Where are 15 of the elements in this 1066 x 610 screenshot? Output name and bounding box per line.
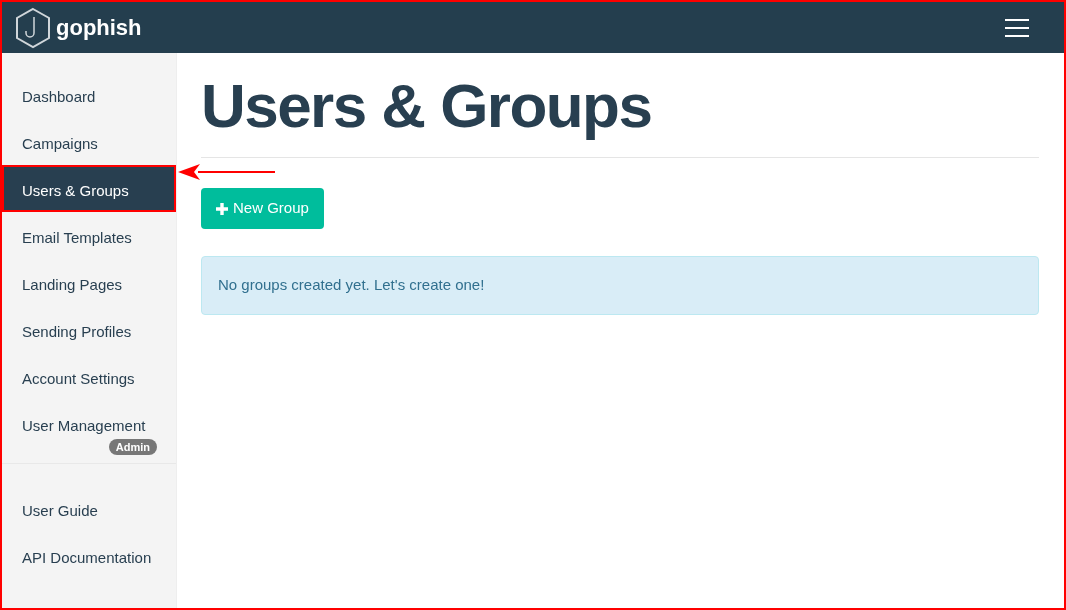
admin-badge: Admin bbox=[108, 439, 157, 455]
sidebar-item[interactable]: Campaigns bbox=[2, 118, 176, 165]
sidebar-item[interactable]: Users & Groups bbox=[2, 165, 176, 212]
brand-name[interactable]: gophish bbox=[56, 11, 142, 44]
sidebar-item[interactable]: Sending Profiles bbox=[2, 306, 176, 353]
sidebar-item[interactable]: Email Templates bbox=[2, 212, 176, 259]
sidebar-item[interactable]: User Guide bbox=[2, 485, 176, 532]
menu-icon[interactable] bbox=[1005, 18, 1029, 37]
sidebar-item[interactable]: Account Settings bbox=[2, 353, 176, 400]
plus-icon bbox=[216, 202, 228, 215]
info-alert: No groups created yet. Let's create one! bbox=[201, 256, 1039, 315]
sidebar-item[interactable]: Dashboard bbox=[2, 71, 176, 118]
sidebar-item[interactable]: Landing Pages bbox=[2, 259, 176, 306]
sidebar-item[interactable]: API Documentation bbox=[2, 532, 176, 579]
hexagon-hook-logo-icon bbox=[15, 6, 51, 49]
